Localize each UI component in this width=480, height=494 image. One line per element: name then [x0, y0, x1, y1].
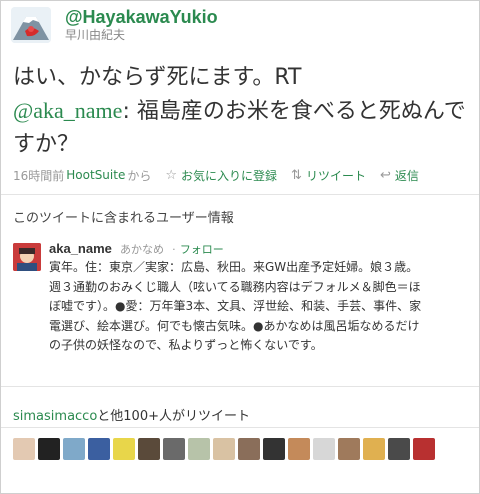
tweet-timestamp[interactable]: 16時間前 [13, 167, 64, 184]
retweeter-avatar[interactable] [313, 438, 335, 460]
retweeter-avatars [13, 438, 438, 460]
retweeter-avatar[interactable] [213, 438, 235, 460]
tweet-header: @HayakawaYukio 早川由紀夫 [11, 7, 218, 43]
retweeter-avatar[interactable] [138, 438, 160, 460]
tweet-text-part: はい、かならず死にます。RT [13, 65, 302, 90]
retweeter-avatar[interactable] [338, 438, 360, 460]
retweet-button[interactable]: ⇅ リツイート [291, 167, 366, 184]
retweet-icon: ⇅ [291, 167, 302, 183]
star-icon: ☆ [165, 167, 178, 183]
follow-button[interactable]: フォロー [180, 243, 224, 256]
source-app-link[interactable]: HootSuite [66, 168, 125, 182]
tweet-author-handle[interactable]: @HayakawaYukio [65, 7, 218, 27]
retweeter-avatar[interactable] [38, 438, 60, 460]
source-suffix: から [127, 168, 152, 183]
retweeter-avatar[interactable] [188, 438, 210, 460]
retweeter-avatar[interactable] [238, 438, 260, 460]
divider [1, 386, 479, 387]
retweeter-avatar[interactable] [163, 438, 185, 460]
reply-button[interactable]: ↩ 返信 [380, 167, 419, 184]
retweet-label: リツイート [305, 168, 366, 183]
user-header: aka_name あかなめ · フォロー [49, 241, 224, 257]
tweet-meta: 16時間前 HootSuite から ☆ お気に入りに登録 ⇅ リツイート ↩ … [13, 166, 419, 184]
volcano-avatar-icon [11, 7, 51, 43]
separator: · [172, 243, 176, 256]
retweet-summary: simasimaccoと他100+人がリツイート [13, 405, 250, 424]
reply-arrow-icon: ↩ [379, 167, 391, 183]
retweeter-avatar[interactable] [88, 438, 110, 460]
retweeter-avatar[interactable] [388, 438, 410, 460]
favorite-button[interactable]: ☆ お気に入りに登録 [165, 167, 277, 184]
reply-label: 返信 [394, 168, 419, 183]
avatar[interactable] [11, 7, 51, 43]
divider [1, 194, 479, 195]
retweeter-avatar[interactable] [263, 438, 285, 460]
divider [1, 427, 479, 428]
section-title: このツイートに含まれるユーザー情報 [13, 211, 234, 226]
user-avatar[interactable] [13, 243, 41, 271]
tweet-text: はい、かならず死にます。RT @aka_name: 福島産のお米を食べると死ぬんで… [13, 61, 473, 161]
retweeter-avatar[interactable] [13, 438, 35, 460]
user-real-name: あかなめ [120, 243, 165, 256]
retweeter-avatar[interactable] [113, 438, 135, 460]
retweet-summary-text: と他100+人がリツイート [97, 409, 250, 424]
tweet-panel: @HayakawaYukio 早川由紀夫 はい、かならず死にます。RT @aka_… [0, 0, 480, 494]
mention-link[interactable]: @aka_name [13, 98, 122, 123]
retweeter-link[interactable]: simasimacco [13, 409, 97, 424]
user-bio: 寅年。住：東京／実家：広島、秋田。来GW出産予定妊婦。娘３歳。週３通勤のおみくじ… [49, 260, 422, 352]
tweet-author-name: 早川由紀夫 [65, 28, 126, 42]
user-avatar-image-icon [13, 243, 41, 271]
user-screen-name[interactable]: aka_name [49, 241, 112, 256]
retweeter-avatar[interactable] [63, 438, 85, 460]
retweeter-avatar[interactable] [288, 438, 310, 460]
favorite-label: お気に入りに登録 [181, 168, 278, 183]
retweeter-avatar[interactable] [413, 438, 435, 460]
retweeter-avatar[interactable] [363, 438, 385, 460]
